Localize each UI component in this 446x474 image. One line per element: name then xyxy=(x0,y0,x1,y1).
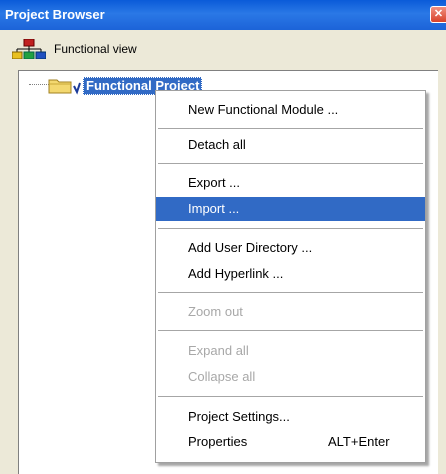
close-icon: ✕ xyxy=(433,8,444,20)
menu-item-expand-all: Expand all xyxy=(188,343,249,358)
folder-icon xyxy=(48,79,81,95)
menu-item-new-functional-module[interactable]: New Functional Module ... xyxy=(156,98,425,122)
view-selector[interactable]: Functional view xyxy=(0,30,446,68)
menu-item-project-settings[interactable]: Project Settings... xyxy=(156,405,425,429)
window-title: Project Browser xyxy=(5,7,105,22)
hierarchy-icon xyxy=(12,39,46,59)
context-menu: New Functional Module ... Detach all Exp… xyxy=(155,90,426,463)
menu-separator xyxy=(158,396,423,397)
menu-item-export[interactable]: Export ... xyxy=(156,171,425,195)
menu-item-collapse-all: Collapse all xyxy=(188,369,256,384)
menu-separator xyxy=(158,128,423,129)
menu-separator xyxy=(158,292,423,293)
menu-separator xyxy=(158,228,423,229)
menu-separator xyxy=(158,163,423,164)
menu-item-properties[interactable]: Properties ALT+Enter xyxy=(156,430,425,454)
close-button[interactable]: ✕ xyxy=(430,6,446,23)
menu-item-add-hyperlink[interactable]: Add Hyperlink ... xyxy=(156,262,425,286)
title-bar: Project Browser ✕ xyxy=(0,0,446,30)
menu-item-detach-all[interactable]: Detach all xyxy=(156,133,425,157)
shortcut-label: ALT+Enter xyxy=(328,434,390,449)
view-label: Functional view xyxy=(54,42,137,56)
menu-item-add-user-directory[interactable]: Add User Directory ... xyxy=(156,236,425,260)
menu-item-import[interactable]: Import ... xyxy=(156,197,425,221)
menu-item-zoom-out: Zoom out xyxy=(188,304,243,319)
menu-separator xyxy=(158,330,423,331)
